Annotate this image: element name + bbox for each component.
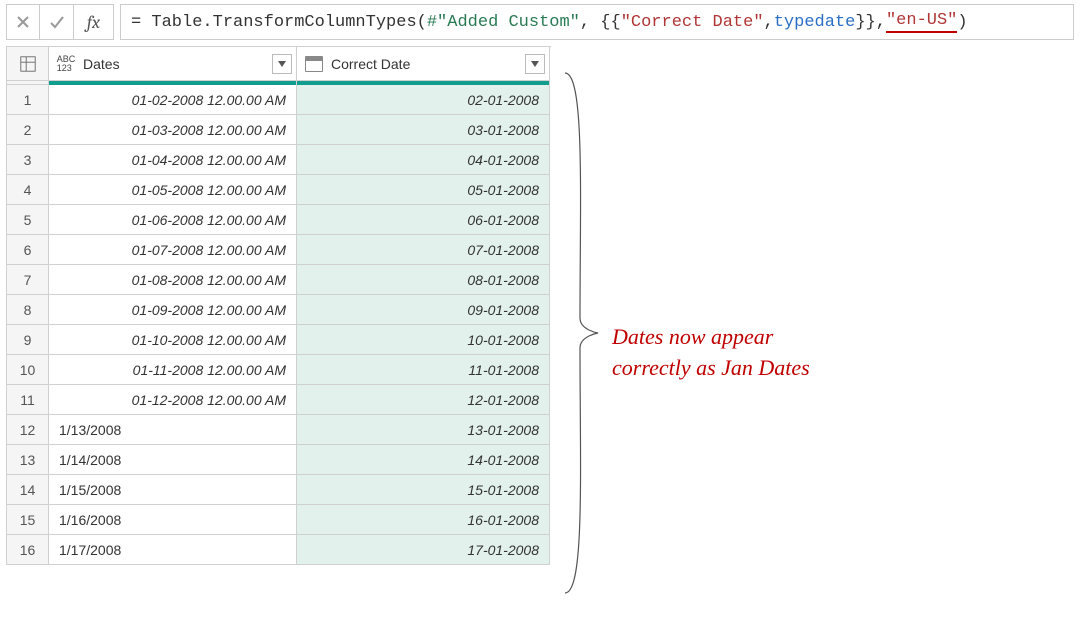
- row-index-cell[interactable]: 2: [7, 115, 49, 145]
- correct-date-cell[interactable]: 07-01-2008: [297, 235, 550, 265]
- table-row[interactable]: 141/15/200815-01-2008: [7, 475, 551, 505]
- correct-date-cell[interactable]: 15-01-2008: [297, 475, 550, 505]
- row-index-cell[interactable]: 13: [7, 445, 49, 475]
- any-type-icon: ABC123: [55, 53, 77, 75]
- row-index-cell[interactable]: 11: [7, 385, 49, 415]
- dates-cell[interactable]: 1/17/2008: [49, 535, 297, 565]
- correct-date-cell[interactable]: 03-01-2008: [297, 115, 550, 145]
- dates-cell[interactable]: 01-06-2008 12.00.00 AM: [49, 205, 297, 235]
- date-type-icon: [303, 53, 325, 75]
- table-row[interactable]: 121/13/200813-01-2008: [7, 415, 551, 445]
- correct-date-cell[interactable]: 11-01-2008: [297, 355, 550, 385]
- cancel-formula-button[interactable]: [6, 4, 40, 40]
- correct-date-cell[interactable]: 05-01-2008: [297, 175, 550, 205]
- correct-date-cell[interactable]: 10-01-2008: [297, 325, 550, 355]
- row-index-cell[interactable]: 14: [7, 475, 49, 505]
- correct-date-cell[interactable]: 12-01-2008: [297, 385, 550, 415]
- row-index-cell[interactable]: 7: [7, 265, 49, 295]
- column-header-label: Correct Date: [331, 56, 410, 72]
- formula-column-literal: "Correct Date": [621, 13, 764, 32]
- row-index-cell[interactable]: 4: [7, 175, 49, 205]
- dates-cell[interactable]: 01-05-2008 12.00.00 AM: [49, 175, 297, 205]
- dates-cell[interactable]: 01-09-2008 12.00.00 AM: [49, 295, 297, 325]
- dates-cell[interactable]: 1/13/2008: [49, 415, 297, 445]
- preview-table: ABC123 Dates Correct Date 101-02-2008 12…: [6, 46, 551, 565]
- dates-cell[interactable]: 01-10-2008 12.00.00 AM: [49, 325, 297, 355]
- table-row[interactable]: 151/16/200816-01-2008: [7, 505, 551, 535]
- table-row[interactable]: 601-07-2008 12.00.00 AM07-01-2008: [7, 235, 551, 265]
- table-row[interactable]: 501-06-2008 12.00.00 AM06-01-2008: [7, 205, 551, 235]
- dates-cell[interactable]: 01-03-2008 12.00.00 AM: [49, 115, 297, 145]
- formula-input[interactable]: = Table.TransformColumnTypes( #"Added Cu…: [120, 4, 1074, 40]
- annotation-callout: Dates now appear correctly as Jan Dates: [612, 322, 810, 384]
- fx-icon[interactable]: fx: [74, 4, 114, 40]
- column-header-label: Dates: [83, 56, 120, 72]
- row-index-cell[interactable]: 12: [7, 415, 49, 445]
- correct-date-cell[interactable]: 08-01-2008: [297, 265, 550, 295]
- column-filter-button[interactable]: [272, 54, 292, 74]
- table-row[interactable]: 301-04-2008 12.00.00 AM04-01-2008: [7, 145, 551, 175]
- formula-locale-literal: "en-US": [886, 11, 957, 33]
- header-row: ABC123 Dates Correct Date: [7, 47, 551, 81]
- table-row[interactable]: 131/14/200814-01-2008: [7, 445, 551, 475]
- row-index-cell[interactable]: 10: [7, 355, 49, 385]
- correct-date-cell[interactable]: 16-01-2008: [297, 505, 550, 535]
- dates-cell[interactable]: 1/15/2008: [49, 475, 297, 505]
- dates-cell[interactable]: 01-02-2008 12.00.00 AM: [49, 85, 297, 115]
- dates-cell[interactable]: 01-04-2008 12.00.00 AM: [49, 145, 297, 175]
- row-index-cell[interactable]: 5: [7, 205, 49, 235]
- table-row[interactable]: 161/17/200817-01-2008: [7, 535, 551, 565]
- correct-date-cell[interactable]: 13-01-2008: [297, 415, 550, 445]
- commit-formula-button[interactable]: [40, 4, 74, 40]
- column-header-dates[interactable]: ABC123 Dates: [49, 47, 297, 81]
- table-row[interactable]: 701-08-2008 12.00.00 AM08-01-2008: [7, 265, 551, 295]
- formula-text: = Table.TransformColumnTypes(: [131, 13, 427, 32]
- column-header-correct-date[interactable]: Correct Date: [297, 47, 550, 81]
- row-index-cell[interactable]: 6: [7, 235, 49, 265]
- row-index-cell[interactable]: 1: [7, 85, 49, 115]
- dates-cell[interactable]: 1/16/2008: [49, 505, 297, 535]
- table-row[interactable]: 901-10-2008 12.00.00 AM10-01-2008: [7, 325, 551, 355]
- correct-date-cell[interactable]: 04-01-2008: [297, 145, 550, 175]
- correct-date-cell[interactable]: 02-01-2008: [297, 85, 550, 115]
- row-index-cell[interactable]: 8: [7, 295, 49, 325]
- dates-cell[interactable]: 01-11-2008 12.00.00 AM: [49, 355, 297, 385]
- correct-date-cell[interactable]: 14-01-2008: [297, 445, 550, 475]
- annotation-brace: [560, 68, 600, 598]
- table-row[interactable]: 201-03-2008 12.00.00 AM03-01-2008: [7, 115, 551, 145]
- dates-cell[interactable]: 1/14/2008: [49, 445, 297, 475]
- row-index-cell[interactable]: 9: [7, 325, 49, 355]
- table-row[interactable]: 1001-11-2008 12.00.00 AM11-01-2008: [7, 355, 551, 385]
- formula-bar: fx = Table.TransformColumnTypes( #"Added…: [6, 4, 1074, 40]
- column-filter-button[interactable]: [525, 54, 545, 74]
- dates-cell[interactable]: 01-08-2008 12.00.00 AM: [49, 265, 297, 295]
- table-corner-icon[interactable]: [7, 47, 49, 81]
- correct-date-cell[interactable]: 17-01-2008: [297, 535, 550, 565]
- table-row[interactable]: 801-09-2008 12.00.00 AM09-01-2008: [7, 295, 551, 325]
- formula-step-ref: #"Added Custom": [427, 13, 580, 32]
- correct-date-cell[interactable]: 09-01-2008: [297, 295, 550, 325]
- dates-cell[interactable]: 01-12-2008 12.00.00 AM: [49, 385, 297, 415]
- dates-cell[interactable]: 01-07-2008 12.00.00 AM: [49, 235, 297, 265]
- table-row[interactable]: 101-02-2008 12.00.00 AM02-01-2008: [7, 85, 551, 115]
- table-row[interactable]: 401-05-2008 12.00.00 AM05-01-2008: [7, 175, 551, 205]
- table-row[interactable]: 1101-12-2008 12.00.00 AM12-01-2008: [7, 385, 551, 415]
- row-index-cell[interactable]: 16: [7, 535, 49, 565]
- row-index-cell[interactable]: 15: [7, 505, 49, 535]
- correct-date-cell[interactable]: 06-01-2008: [297, 205, 550, 235]
- row-index-cell[interactable]: 3: [7, 145, 49, 175]
